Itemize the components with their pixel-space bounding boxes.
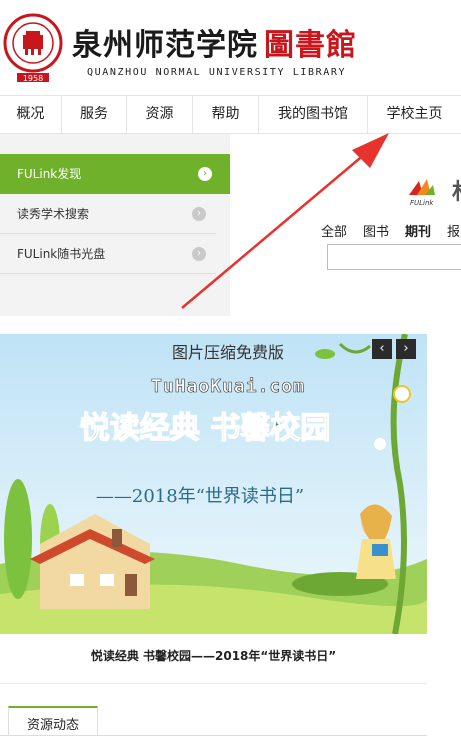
nav-item-resources[interactable]: 资源	[127, 96, 193, 133]
nav-item-help[interactable]: 帮助	[193, 96, 259, 133]
search-source-menu: FULink发现 › 读秀学术搜索 › FULink随书光盘 ›	[0, 154, 230, 274]
search-pane: FULink 杉 全部 图书 期刊 报	[230, 134, 461, 316]
nav-item-overview[interactable]: 概况	[0, 96, 62, 133]
chevron-right-icon: ›	[192, 247, 206, 261]
chevron-right-icon: ›	[198, 167, 212, 181]
search-input[interactable]	[327, 244, 461, 270]
banner-prev-button[interactable]: ‹	[372, 339, 392, 359]
banner-subline: ——2018年“世界读书日”	[96, 486, 304, 507]
tab-newspapers[interactable]: 报	[447, 221, 460, 240]
university-seal-logo[interactable]: 1958	[3, 11, 63, 83]
side-item-fulink-cd[interactable]: FULink随书光盘 ›	[0, 234, 216, 274]
site-header: 1958 泉州师范学院 圖書館 QUANZHOU NORMAL UNIVERSIT…	[0, 0, 461, 95]
fulink-logo-text: FULink	[410, 199, 434, 207]
main-nav: 概况 服务 资源 帮助 我的图书馆 学校主页	[0, 95, 461, 134]
watermark-line1: 图片压缩免费版	[172, 343, 284, 362]
tab-books[interactable]: 图书	[363, 221, 389, 240]
side-item-duxiu-search[interactable]: 读秀学术搜索 ›	[0, 194, 216, 234]
watermark-line2: TuHaoKuai.com	[151, 376, 305, 397]
side-item-label: FULink发现	[17, 167, 82, 181]
banner-caption-link[interactable]: 悦读经典 书馨校园——2018年“世界读书日”	[0, 634, 427, 684]
chevron-right-icon: ›	[192, 207, 206, 221]
banner-text-layer: 图片压缩免费版 TuHaoKuai.com 悦读经典 书馨校园 ——2018年“…	[79, 343, 331, 507]
tab-all[interactable]: 全部	[321, 221, 347, 240]
tab-journals[interactable]: 期刊	[405, 221, 431, 240]
fulink-logo-icon	[409, 179, 435, 195]
search-type-tabs: 全部 图书 期刊 报	[321, 221, 461, 240]
side-item-label: FULink随书光盘	[17, 247, 106, 261]
side-item-label: 读秀学术搜索	[17, 207, 90, 221]
library-name: 圖書館	[264, 28, 357, 63]
tab-resource-news[interactable]: 资源动态	[8, 706, 98, 736]
nav-item-services[interactable]: 服务	[62, 96, 127, 133]
fulink-title-partial: 杉	[452, 174, 461, 206]
banner-next-button[interactable]: ›	[396, 339, 416, 359]
news-banner-slideshow[interactable]: 图片压缩免费版 TuHaoKuai.com 悦读经典 书馨校园 ——2018年“…	[0, 334, 427, 634]
library-title[interactable]: 泉州师范学院 圖書館	[72, 20, 357, 64]
nav-item-school-homepage[interactable]: 学校主页	[368, 96, 461, 133]
banner-headline: 悦读经典 书馨校园	[80, 411, 330, 446]
seal-year: 1958	[23, 74, 43, 83]
university-name: 泉州师范学院	[72, 28, 258, 63]
library-english-name: QUANZHOU NORMAL UNIVERSITY LIBRARY	[87, 67, 347, 78]
side-item-fulink-discovery[interactable]: FULink发现 ›	[0, 154, 230, 194]
nav-item-my-library[interactable]: 我的图书馆	[259, 96, 368, 133]
